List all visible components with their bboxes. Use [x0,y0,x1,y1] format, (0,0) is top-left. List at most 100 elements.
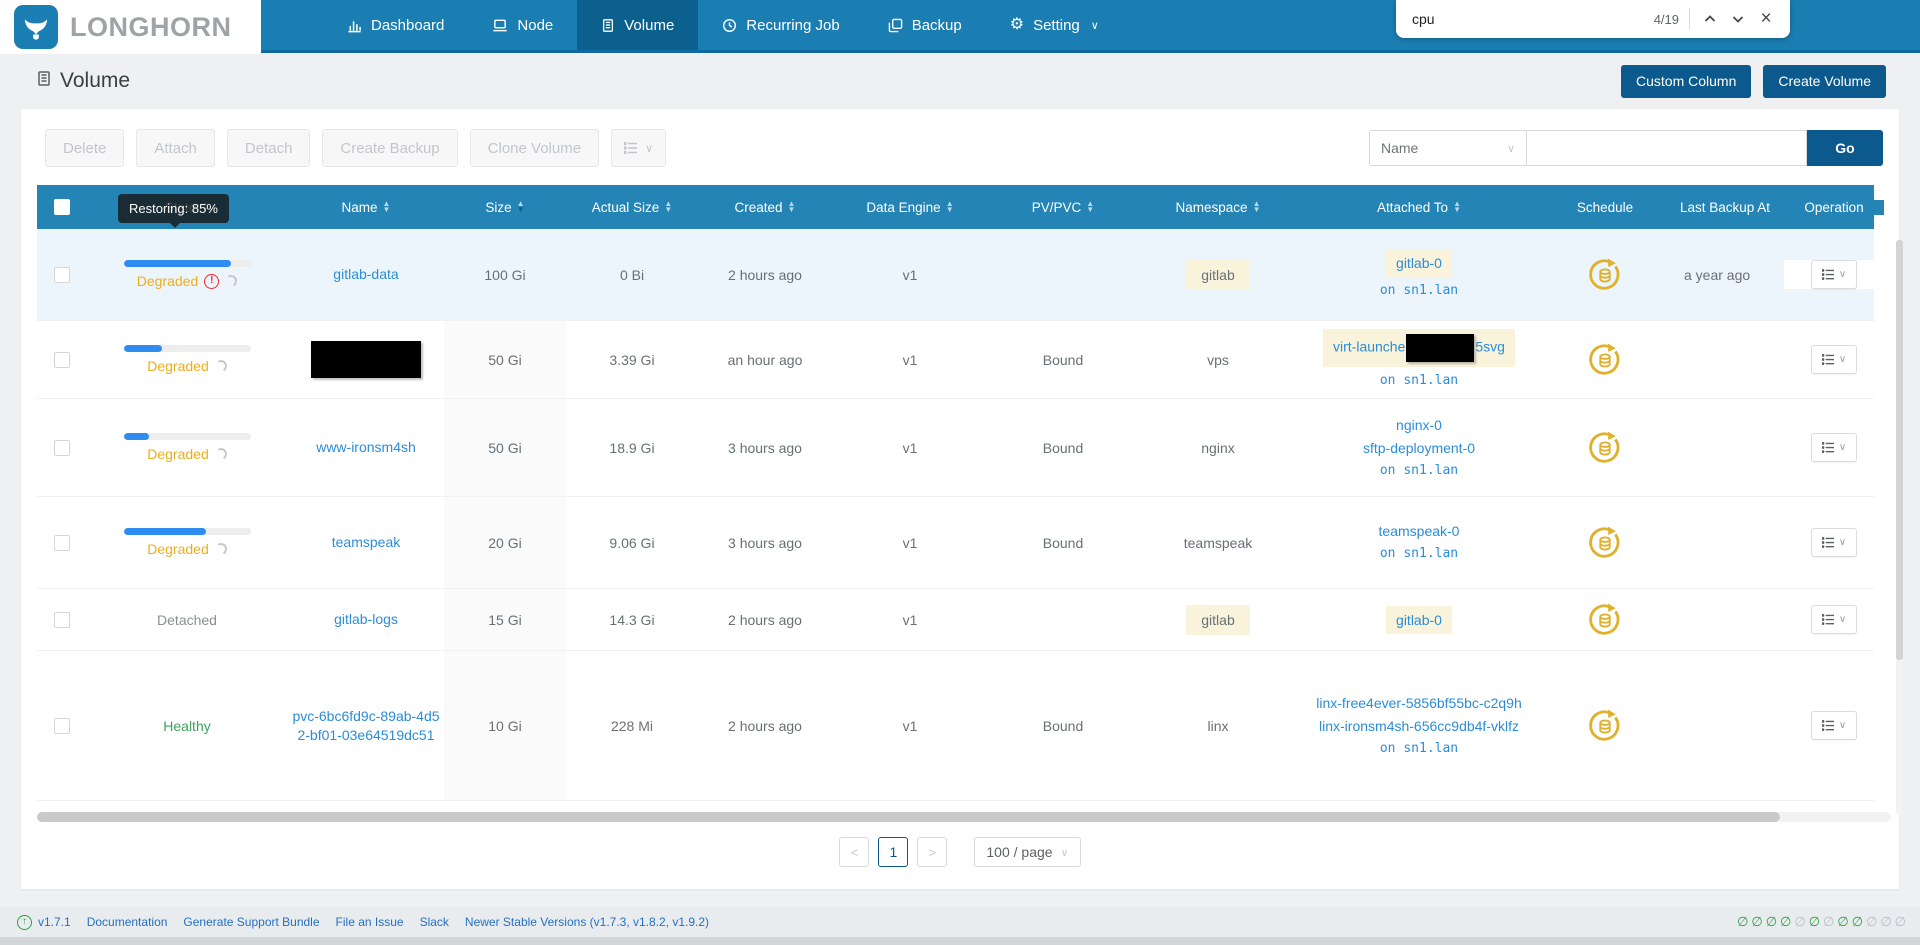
row-checkbox[interactable] [54,440,70,456]
operation-menu-button[interactable]: ∨ [1811,433,1857,462]
support-bundle-link[interactable]: Generate Support Bundle [183,915,319,929]
backup-icon [888,18,903,33]
sort-carets[interactable]: ▲▼ [1086,201,1094,213]
scrollbar-thumb[interactable] [1896,240,1903,660]
recurring-schedule-icon[interactable] [1588,526,1622,560]
page-size-select[interactable]: 100 / page ∨ [974,837,1080,867]
slack-link[interactable]: Slack [420,915,449,929]
version-link[interactable]: v1.7.1 [38,915,71,929]
header-created[interactable]: Created▲▼ [698,200,832,215]
delete-button[interactable]: Delete [45,129,124,167]
sort-carets[interactable]: ▲▼ [946,201,954,213]
documentation-link[interactable]: Documentation [87,915,168,929]
volume-name-link[interactable]: pvc-6bc6fd9c-89ab-4d52-bf01-03e64519dc51 [292,707,440,745]
recurring-schedule-icon[interactable] [1588,431,1622,465]
sort-carets-active[interactable]: ▲▼ [517,201,525,213]
nav-item-dashboard[interactable]: Dashboard [323,0,468,50]
namespace-value: gitlab [1186,260,1249,290]
workload-link[interactable]: teamspeak-0 [1379,522,1460,540]
go-button[interactable]: Go [1807,130,1883,166]
detach-button[interactable]: Detach [227,129,311,167]
create-backup-button[interactable]: Create Backup [322,129,457,167]
volume-table: State ▲▼ Restoring: 85% Name▲▼ Size▲▼ Ac… [37,185,1874,801]
window-scrollbar-strip[interactable] [0,937,1920,945]
warning-icon[interactable]: ! [204,274,219,289]
nav-item-recurring-job[interactable]: Recurring Job [698,0,863,50]
volume-name-link[interactable]: gitlab-data [333,265,398,284]
workload-link[interactable]: linx-ironsm4sh-656cc9db4f-vklfz [1319,717,1519,735]
file-issue-link[interactable]: File an Issue [336,915,404,929]
header-state[interactable]: State ▲▼ Restoring: 85% [86,200,288,215]
sort-carets[interactable]: ▲▼ [788,201,796,213]
next-page-button[interactable]: > [917,837,947,867]
sort-carets[interactable]: ▲▼ [383,201,391,213]
scrollbar-thumb[interactable] [37,812,1780,822]
link-icon: ∅ [1852,914,1863,930]
created-value: 3 hours ago [698,535,832,551]
recurring-schedule-icon[interactable] [1588,709,1622,743]
workload-link[interactable]: sftp-deployment-0 [1363,439,1475,457]
attach-button[interactable]: Attach [136,129,215,167]
header-namespace[interactable]: Namespace▲▼ [1138,200,1298,215]
recurring-schedule-icon[interactable] [1588,603,1622,637]
current-page-button[interactable]: 1 [878,837,908,867]
horizontal-scrollbar[interactable] [37,812,1891,822]
sort-carets[interactable]: ▲▼ [1253,201,1261,213]
node-label: on sn1.lan [1380,740,1458,758]
spinner-icon [213,359,228,374]
redacted-volume-name[interactable] [311,341,421,378]
pv-pvc-value: Bound [988,440,1138,456]
more-actions-button[interactable]: ∨ [611,129,666,167]
operation-menu-button[interactable]: ∨ [1811,260,1857,289]
operation-menu-button[interactable]: ∨ [1811,528,1857,557]
bulk-action-toolbar: Delete Attach Detach Create Backup Clone… [21,109,1899,185]
recurring-schedule-icon[interactable] [1588,258,1622,292]
select-all-checkbox[interactable] [54,199,70,215]
header-name[interactable]: Name▲▼ [288,200,444,215]
row-checkbox[interactable] [54,535,70,551]
nav-item-volume[interactable]: Volume [577,0,698,50]
operation-menu-button[interactable]: ∨ [1811,345,1857,374]
vertical-scrollbar[interactable] [1896,240,1903,815]
recurring-schedule-icon[interactable] [1588,343,1622,377]
sort-carets[interactable]: ▲▼ [664,201,672,213]
header-size[interactable]: Size▲▼ [444,200,566,215]
operation-menu-button[interactable]: ∨ [1811,605,1857,634]
nav-label: Recurring Job [746,17,839,34]
actual-size-value: 18.9 Gi [566,440,698,456]
volume-name-link[interactable]: gitlab-logs [334,610,398,629]
sort-carets[interactable]: ▲▼ [1453,201,1461,213]
filter-input[interactable] [1527,130,1807,166]
previous-page-button[interactable]: < [839,837,869,867]
row-checkbox[interactable] [54,352,70,368]
header-attached-to[interactable]: Attached To▲▼ [1298,200,1540,215]
row-checkbox[interactable] [54,612,70,628]
nav-item-backup[interactable]: Backup [864,0,986,50]
create-volume-button[interactable]: Create Volume [1763,65,1886,98]
operation-menu-button[interactable]: ∨ [1811,711,1857,740]
workload-link[interactable]: gitlab-0 [1386,249,1452,277]
newer-versions-link[interactable]: Newer Stable Versions (v1.7.3, v1.8.2, v… [465,915,709,929]
header-data-engine[interactable]: Data Engine▲▼ [832,200,988,215]
row-checkbox[interactable] [54,267,70,283]
find-next-button[interactable] [1724,5,1752,33]
clone-volume-button[interactable]: Clone Volume [470,129,599,167]
workload-link[interactable]: gitlab-0 [1386,606,1452,634]
volume-name-link[interactable]: www-ironsm4sh [316,438,416,457]
custom-column-button[interactable]: Custom Column [1621,65,1751,98]
nav-item-node[interactable]: Node [468,0,577,50]
header-actual-size[interactable]: Actual Size▲▼ [566,200,698,215]
find-close-button[interactable]: × [1752,5,1780,33]
nav-item-setting[interactable]: ⚙ Setting ∨ [986,0,1123,50]
longhorn-logo[interactable]: LONGHORN [0,0,261,54]
filter-field-select[interactable]: Name ∨ [1369,130,1527,166]
workload-link[interactable]: virt-launche5svg [1323,329,1515,367]
find-previous-button[interactable] [1696,5,1724,33]
rebuild-progress-bar [124,345,251,352]
workload-link[interactable]: linx-free4ever-5856bf55bc-c2q9h [1316,694,1521,712]
workload-link[interactable]: nginx-0 [1396,416,1442,434]
row-checkbox[interactable] [54,718,70,734]
find-input[interactable] [1412,11,1654,27]
volume-name-link[interactable]: teamspeak [332,533,400,552]
header-pv-pvc[interactable]: PV/PVC▲▼ [988,200,1138,215]
